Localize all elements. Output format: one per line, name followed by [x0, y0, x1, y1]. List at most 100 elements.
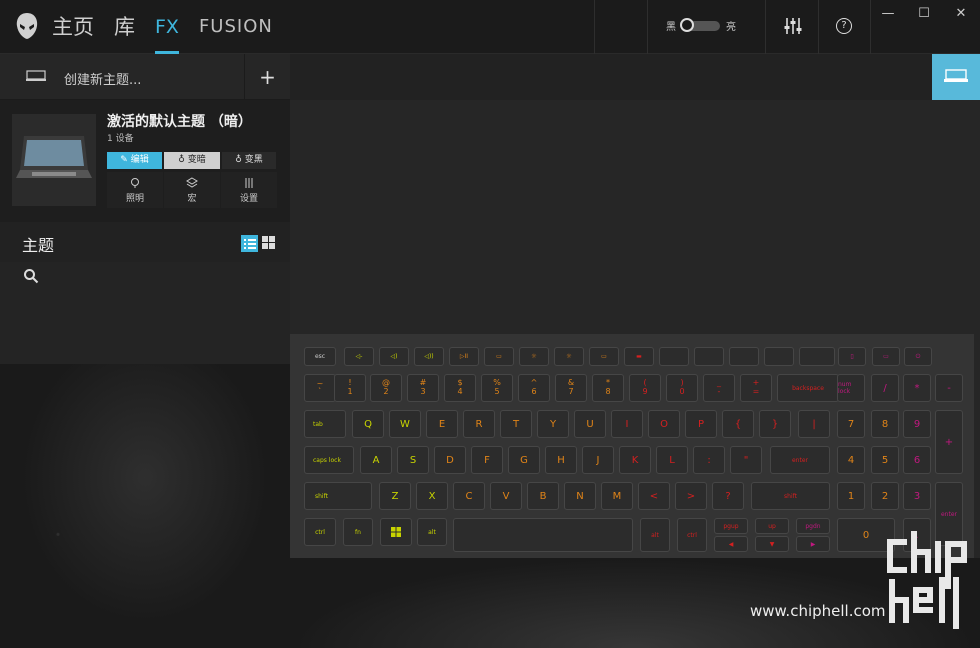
- key-r[interactable]: R: [463, 410, 495, 438]
- key-enter[interactable]: enter: [770, 446, 830, 474]
- sliders-icon[interactable]: [782, 15, 804, 37]
- key-f7[interactable]: ☼: [554, 347, 584, 366]
- key-calc[interactable]: ▯: [838, 347, 866, 366]
- key-f3[interactable]: ◁)): [414, 347, 444, 366]
- key-backslash[interactable]: |: [798, 410, 830, 438]
- key-num-5[interactable]: 5: [871, 446, 899, 474]
- key-7[interactable]: & 7: [555, 374, 587, 402]
- grid-view-icon[interactable]: [262, 236, 275, 249]
- key-p[interactable]: P: [685, 410, 717, 438]
- key-capslock[interactable]: caps lock: [304, 446, 354, 474]
- tab-home[interactable]: 主页: [52, 0, 94, 54]
- key-quote[interactable]: ": [730, 446, 762, 474]
- key-3[interactable]: #3: [407, 374, 439, 402]
- key-f2[interactable]: ◁): [379, 347, 409, 366]
- key-8[interactable]: * 8: [592, 374, 624, 402]
- key-home-fn[interactable]: ▭: [872, 347, 900, 366]
- key-windows[interactable]: [380, 518, 412, 546]
- key-minus[interactable]: _ -: [703, 374, 735, 402]
- edit-button[interactable]: ✎ 编辑: [107, 152, 162, 169]
- key-x[interactable]: X: [416, 482, 448, 510]
- key-delete[interactable]: [799, 347, 835, 366]
- key-e[interactable]: E: [426, 410, 458, 438]
- key-rshift[interactable]: shift: [751, 482, 830, 510]
- key-num-divide[interactable]: /: [871, 374, 899, 402]
- key-s[interactable]: S: [397, 446, 429, 474]
- key-lshift[interactable]: shift: [304, 482, 372, 510]
- key-5[interactable]: % 5: [481, 374, 513, 402]
- key-q[interactable]: Q: [352, 410, 384, 438]
- key-v[interactable]: V: [490, 482, 522, 510]
- key-z[interactable]: Z: [379, 482, 411, 510]
- close-button[interactable]: ✕: [951, 6, 971, 21]
- key-f5[interactable]: ▭: [484, 347, 514, 366]
- tab-fusion[interactable]: FUSION: [199, 0, 273, 54]
- key-f[interactable]: F: [471, 446, 503, 474]
- toggle-switch[interactable]: [680, 17, 720, 32]
- key-equals[interactable]: + =: [740, 374, 772, 402]
- key-rbrace[interactable]: }: [759, 410, 791, 438]
- key-prtsc[interactable]: [764, 347, 794, 366]
- key-f9[interactable]: ▬: [624, 347, 654, 366]
- key-6[interactable]: ^ 6: [518, 374, 550, 402]
- key-w[interactable]: W: [389, 410, 421, 438]
- key-pgup[interactable]: pgup: [714, 518, 748, 534]
- dark-light-toggle[interactable]: 黑 亮: [666, 17, 736, 33]
- toggle-knob[interactable]: [680, 17, 694, 32]
- key-numlock[interactable]: num lock: [837, 374, 865, 402]
- key-right[interactable]: ▶: [796, 536, 830, 552]
- help-icon[interactable]: ?: [836, 18, 852, 34]
- key-left[interactable]: ◀: [714, 536, 748, 552]
- alienware-logo-icon[interactable]: [14, 12, 40, 40]
- key-f8[interactable]: ▭: [589, 347, 619, 366]
- key-tilde[interactable]: ~ `: [304, 374, 336, 402]
- key-down[interactable]: ▼: [755, 536, 789, 552]
- key-power[interactable]: ⏻: [904, 347, 932, 366]
- settings-button[interactable]: 设置: [221, 172, 277, 208]
- key-esc[interactable]: esc: [304, 347, 336, 366]
- key-rctrl[interactable]: ctrl: [677, 518, 707, 552]
- key-i[interactable]: I: [611, 410, 643, 438]
- key-d[interactable]: D: [434, 446, 466, 474]
- search-icon[interactable]: [23, 268, 39, 284]
- key-fn[interactable]: fn: [343, 518, 373, 546]
- key-y[interactable]: Y: [537, 410, 569, 438]
- key-m[interactable]: M: [601, 482, 633, 510]
- key-b[interactable]: B: [527, 482, 559, 510]
- key-j[interactable]: J: [582, 446, 614, 474]
- key-f4[interactable]: ▷II: [449, 347, 479, 366]
- add-theme-button[interactable]: +: [244, 54, 290, 100]
- key-g[interactable]: G: [508, 446, 540, 474]
- key-slash[interactable]: ?: [712, 482, 744, 510]
- key-lalt[interactable]: alt: [417, 518, 447, 546]
- key-lbrace[interactable]: {: [722, 410, 754, 438]
- black-button[interactable]: ♁ 变黑: [222, 152, 276, 169]
- key-num-plus[interactable]: +: [935, 410, 963, 474]
- key-f6[interactable]: ☼: [519, 347, 549, 366]
- key-a[interactable]: A: [360, 446, 392, 474]
- macro-button[interactable]: 宏: [164, 172, 220, 208]
- dim-button[interactable]: ♁ 变暗: [164, 152, 220, 169]
- key-f1[interactable]: ◁-: [344, 347, 374, 366]
- key-num-9[interactable]: 9: [903, 410, 931, 438]
- key-f10[interactable]: [659, 347, 689, 366]
- key-4[interactable]: $4: [444, 374, 476, 402]
- key-h[interactable]: H: [545, 446, 577, 474]
- key-o[interactable]: O: [648, 410, 680, 438]
- device-select-button[interactable]: [932, 54, 980, 100]
- create-theme-row[interactable]: 创建新主题... +: [0, 54, 290, 100]
- key-f12[interactable]: [729, 347, 759, 366]
- key-num-6[interactable]: 6: [903, 446, 931, 474]
- key-num-8[interactable]: 8: [871, 410, 899, 438]
- key-9[interactable]: (9: [629, 374, 661, 402]
- minimize-button[interactable]: —: [878, 6, 898, 21]
- key-semicolon[interactable]: :: [693, 446, 725, 474]
- key-period[interactable]: >: [675, 482, 707, 510]
- key-l[interactable]: L: [656, 446, 688, 474]
- key-space[interactable]: [453, 518, 633, 552]
- list-view-icon[interactable]: [241, 235, 258, 252]
- key-0[interactable]: ) 0: [666, 374, 698, 402]
- key-num-4[interactable]: 4: [837, 446, 865, 474]
- key-1[interactable]: ! 1: [334, 374, 366, 402]
- key-ralt[interactable]: alt: [640, 518, 670, 552]
